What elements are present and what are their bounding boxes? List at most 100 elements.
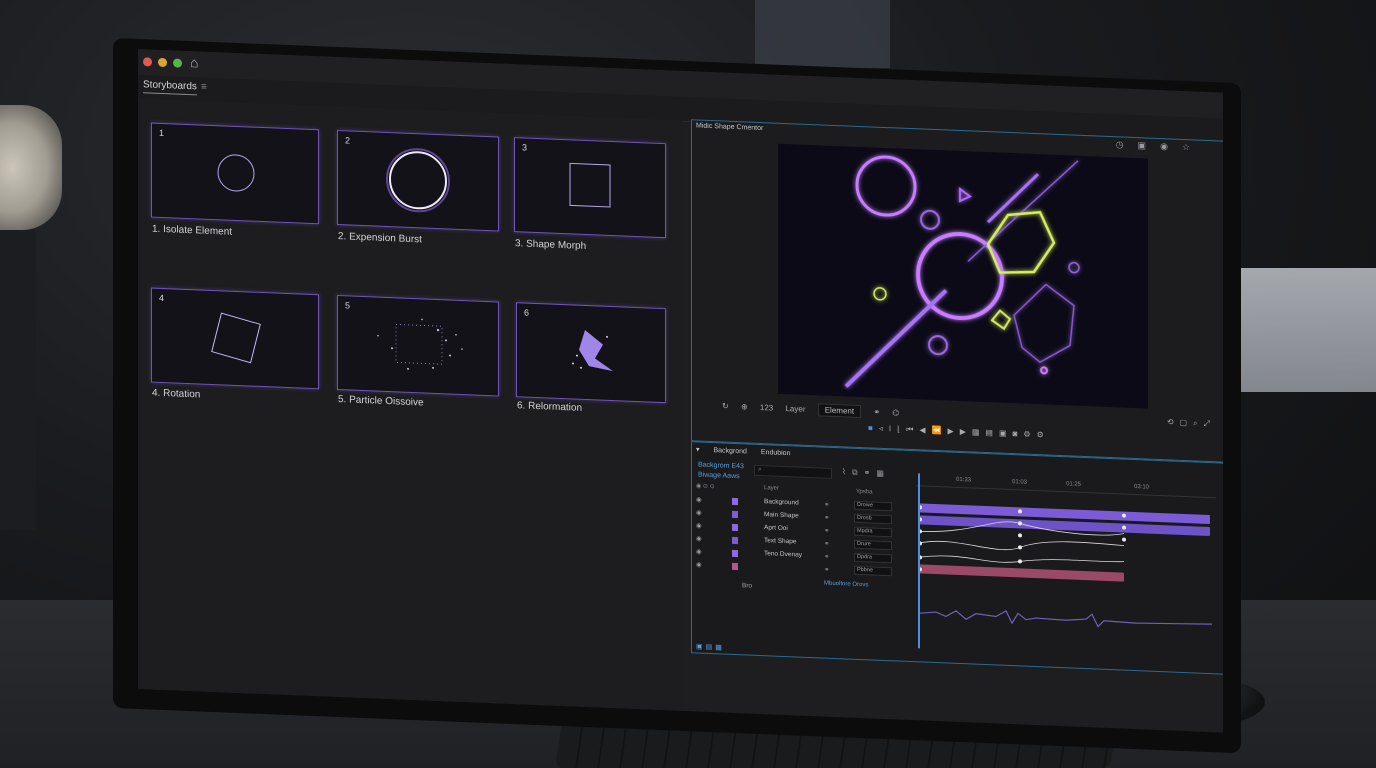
eye-icon[interactable]: ◉ bbox=[696, 521, 702, 529]
reformation-thumbnail bbox=[572, 329, 613, 372]
element-select[interactable]: Element bbox=[817, 403, 862, 419]
storyboard-frame-3[interactable]: 3 bbox=[514, 137, 666, 239]
tab-endubion[interactable]: Endubion bbox=[761, 449, 791, 457]
eye-icon[interactable]: ◉ bbox=[696, 560, 702, 568]
export-icon[interactable]: ▣ bbox=[1138, 140, 1161, 151]
collapse-icon[interactable]: ▾ bbox=[696, 446, 700, 453]
layer-color-swatch bbox=[732, 549, 738, 558]
grid-icon[interactable]: ▦ bbox=[972, 427, 986, 437]
layer-color-swatch bbox=[732, 510, 738, 519]
timeline-tabs: ▾ Backgrond Endubion bbox=[696, 445, 802, 457]
safe-zone-icon[interactable]: ▤ bbox=[985, 428, 999, 438]
star-icon[interactable]: ☆ bbox=[1182, 142, 1204, 153]
eye-icon[interactable]: ◉ bbox=[696, 495, 702, 503]
blend-mode-select[interactable]: Dpdra bbox=[854, 552, 892, 564]
tab-menu-icon[interactable]: ≡ bbox=[201, 82, 207, 93]
snap-icon[interactable]: ↻ bbox=[722, 401, 729, 410]
skip-back-icon[interactable]: ⏮ bbox=[906, 425, 919, 435]
composition-icon[interactable]: ▣ bbox=[696, 643, 706, 650]
frame-label-4: 4. Rotation bbox=[152, 387, 201, 401]
timeline-search-input[interactable]: ⌕ bbox=[754, 464, 832, 479]
layer-color-swatch bbox=[732, 536, 738, 545]
options-icon[interactable]: ⚙ bbox=[1037, 430, 1050, 440]
frame-label-6: 6. Relormation bbox=[517, 400, 583, 414]
blend-mode-select[interactable]: Pbbne bbox=[854, 565, 892, 577]
frame-label-2: 2. Expension Burst bbox=[338, 231, 422, 246]
step-back-icon[interactable]: ◀ bbox=[919, 425, 931, 434]
playhead[interactable] bbox=[918, 473, 920, 649]
step-forward-icon[interactable]: ▶ bbox=[960, 427, 972, 436]
layer-name: Aprt Ooi bbox=[764, 524, 788, 533]
timeline-panel: ▾ Backgrond Endubion Backgrom E43 Biwage… bbox=[691, 441, 1223, 675]
copy-icon[interactable]: ⧉ bbox=[852, 468, 864, 477]
prev-keyframe-icon[interactable]: ◃ bbox=[879, 424, 889, 433]
clock-icon[interactable]: ◷ bbox=[1116, 139, 1138, 150]
timeline-meta: Backgrom E43 Biwage Aaws bbox=[698, 460, 744, 482]
eye-icon[interactable]: ◉ bbox=[696, 508, 702, 516]
storyboard-frame-1[interactable]: 1 bbox=[151, 122, 319, 225]
settings-icon[interactable]: ⚙ bbox=[1023, 430, 1036, 440]
timeline-tracks[interactable]: 01:33 01:03 01:25 03:10 bbox=[916, 473, 1216, 665]
link-icon[interactable]: ⚭ bbox=[824, 540, 829, 548]
preview-title: Midic Shape Cmentor bbox=[696, 122, 764, 133]
rotation-thumbnail bbox=[211, 312, 261, 364]
blend-mode-select[interactable]: Drowe bbox=[854, 500, 892, 512]
fit-icon[interactable]: ▢ bbox=[1180, 418, 1194, 428]
link-icon[interactable]: ⚭ bbox=[824, 514, 829, 522]
home-icon[interactable]: ⌂ bbox=[190, 54, 198, 70]
camera-icon[interactable]: ◉ bbox=[1160, 141, 1182, 152]
timeline-tools: ⌇⧉⚭▦ bbox=[842, 467, 890, 479]
refresh-icon[interactable]: ⟲ bbox=[1167, 417, 1180, 427]
link-icon[interactable]: ⚭ bbox=[824, 501, 829, 509]
link-icon[interactable]: ⚭ bbox=[824, 527, 829, 535]
grid-icon[interactable]: ▦ bbox=[876, 469, 890, 479]
isolate-element-thumbnail bbox=[217, 154, 255, 192]
preview-view-controls: ⟲▢⌕⤢ bbox=[1167, 417, 1216, 429]
preview-canvas[interactable] bbox=[778, 143, 1148, 409]
render-icon[interactable]: ▦ bbox=[715, 644, 725, 651]
mask-icon[interactable]: ◙ bbox=[1013, 429, 1024, 438]
tab-background[interactable]: Backgrond bbox=[713, 447, 746, 455]
link-icon[interactable]: ⚭ bbox=[824, 566, 829, 574]
search-icon: ⌕ bbox=[758, 465, 762, 474]
visibility-icon: ◉ ⊙ ⊙ bbox=[696, 483, 715, 491]
timeline-footer: ▣▤▦ bbox=[696, 642, 725, 651]
record-icon[interactable]: ■ bbox=[868, 423, 879, 432]
marker-icon[interactable]: I bbox=[889, 424, 897, 433]
link-icon[interactable]: ⚭ bbox=[864, 468, 877, 478]
overlay-icon[interactable]: ▣ bbox=[999, 429, 1013, 439]
preview-toolbar: ◷▣◉☆ bbox=[1116, 139, 1204, 154]
resize-icon[interactable]: ⤢ bbox=[1204, 419, 1216, 428]
storyboard-frame-5[interactable]: 5 bbox=[337, 294, 499, 397]
preview-panel: Midic Shape Cmentor ◷▣◉☆ ↻ ⊕ 123 Layer E… bbox=[691, 119, 1223, 463]
rewind-icon[interactable]: ⏪ bbox=[932, 426, 948, 436]
minimize-window-button[interactable] bbox=[158, 57, 167, 68]
maximize-window-button[interactable] bbox=[173, 58, 182, 68]
blend-mode-select[interactable]: Mpdra bbox=[854, 526, 892, 538]
tab-storyboards[interactable]: Storyboards bbox=[143, 79, 197, 96]
play-icon[interactable]: ▶ bbox=[948, 427, 960, 436]
frame-label-3: 3. Shape Morph bbox=[515, 238, 587, 253]
link-icon[interactable]: ⚭ bbox=[873, 408, 880, 417]
graph-icon[interactable]: ⌬ bbox=[892, 408, 899, 417]
mode-column-header: Ypsha bbox=[856, 488, 873, 496]
storyboard-frame-4[interactable]: 4 bbox=[151, 287, 319, 390]
audio-track-meta: Mbuolfore Orovs bbox=[824, 580, 869, 589]
blend-mode-select[interactable]: Drosb bbox=[854, 513, 892, 525]
layers-icon[interactable]: ▤ bbox=[706, 644, 716, 651]
storyboard-frame-6[interactable]: 6 bbox=[516, 302, 666, 404]
storyboard-frame-2[interactable]: 2 bbox=[337, 129, 499, 232]
layer-name: Text Shape bbox=[764, 537, 797, 546]
link-icon[interactable]: ⚭ bbox=[824, 553, 829, 561]
zoom-icon[interactable]: ⊕ bbox=[741, 402, 748, 411]
background-monitor bbox=[1233, 268, 1376, 392]
motion-graphics-artwork bbox=[844, 155, 1080, 388]
graph-editor-icon[interactable]: ⌇ bbox=[842, 467, 852, 476]
eye-icon[interactable]: ◉ bbox=[696, 534, 702, 542]
in-point-icon[interactable]: ⌊ bbox=[897, 424, 906, 433]
eye-icon[interactable]: ◉ bbox=[696, 547, 702, 555]
blend-mode-select[interactable]: Drure bbox=[854, 539, 892, 551]
search-icon[interactable]: ⌕ bbox=[1193, 418, 1203, 427]
frame-number: 123 bbox=[759, 402, 774, 413]
close-window-button[interactable] bbox=[143, 57, 152, 67]
